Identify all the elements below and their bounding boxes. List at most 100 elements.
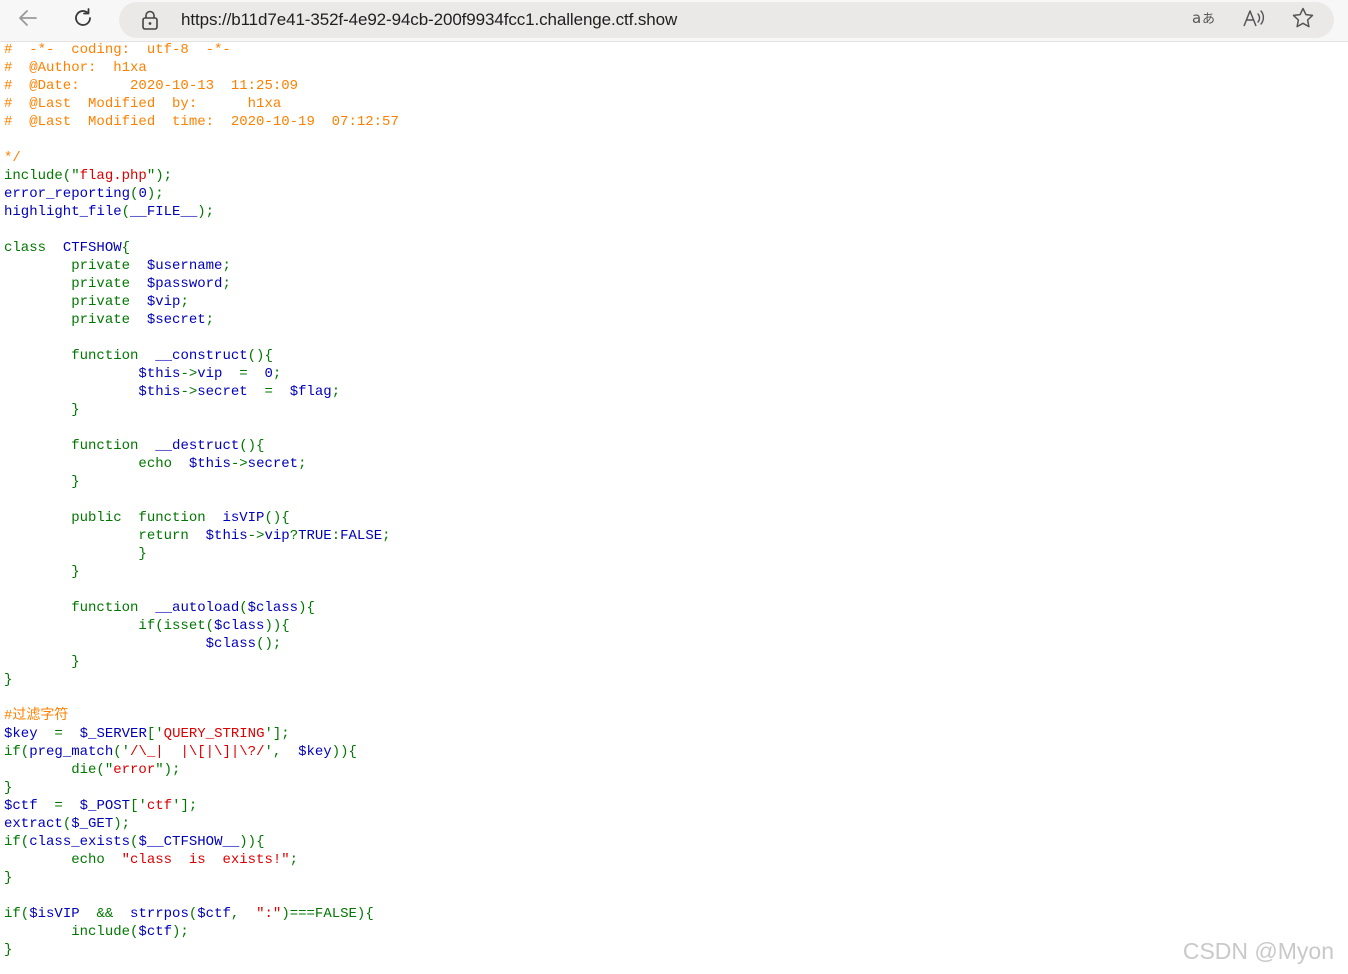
code-token: }	[4, 402, 80, 418]
code-token: =	[54, 726, 80, 742]
code-token: public function	[4, 510, 223, 526]
favorite-button[interactable]	[1290, 7, 1316, 32]
code-token: )){	[239, 834, 265, 850]
code-token: vip	[264, 528, 290, 544]
code-token: );	[172, 924, 189, 940]
code-token: '];	[264, 726, 290, 742]
code-token: ;	[331, 384, 341, 400]
code-token: {	[121, 240, 131, 256]
code-line: }	[4, 545, 399, 563]
code-token: (	[121, 204, 131, 220]
code-token: secret	[197, 384, 265, 400]
code-token: $key	[4, 726, 55, 742]
code-line: extract($_GET);	[4, 815, 399, 833]
code-token: highlight_file	[4, 204, 122, 220]
code-line: # @Last Modified by: h1xa	[4, 95, 399, 113]
address-bar[interactable]: https://b11d7e41-352f-4e92-94cb-200f9934…	[119, 2, 1334, 38]
url-text[interactable]: https://b11d7e41-352f-4e92-94cb-200f9934…	[181, 10, 677, 30]
code-token: ->	[247, 528, 265, 544]
svg-text:a: a	[1192, 9, 1201, 27]
code-token: ('	[113, 744, 131, 760]
code-line: $ctf = $_POST['ctf'];	[4, 797, 399, 815]
code-token: }	[4, 654, 80, 670]
code-token: ;	[205, 312, 215, 328]
code-token: return	[4, 528, 206, 544]
code-token: # @Last Modified time: 2020-10-19 07:12:…	[4, 114, 399, 130]
code-line: $this->secret = $flag;	[4, 383, 399, 401]
lock-icon[interactable]	[141, 10, 159, 30]
code-token: preg_match	[29, 744, 114, 760]
code-token: ");	[146, 168, 173, 184]
reload-icon	[71, 6, 95, 35]
code-token: "class is exists!"	[121, 852, 290, 868]
back-button[interactable]	[11, 4, 45, 36]
code-token: class	[4, 240, 63, 256]
code-line: private $vip;	[4, 293, 399, 311]
code-token: ){	[298, 600, 315, 616]
code-line: public function isVIP(){	[4, 509, 399, 527]
read-aloud-button[interactable]	[1241, 8, 1267, 32]
code-token: $secret	[146, 312, 206, 328]
code-line: $this->vip = 0;	[4, 365, 399, 383]
code-token: include(	[4, 924, 139, 940]
code-token: ;	[180, 294, 189, 310]
code-token: $vip	[146, 294, 181, 310]
code-token: );	[197, 204, 215, 220]
code-token: $ctf	[197, 906, 231, 922]
code-token: $_SERVER	[79, 726, 147, 742]
code-token: ctf	[146, 798, 173, 814]
code-line: private $password;	[4, 275, 399, 293]
code-token: =	[264, 384, 290, 400]
code-token: (){	[247, 348, 273, 364]
code-token: /\_| |\[|\]|\?/	[130, 744, 265, 760]
code-token: ;	[289, 852, 299, 868]
code-token: function	[4, 348, 156, 364]
code-line: function __construct(){	[4, 347, 399, 365]
code-token: error	[113, 762, 156, 778]
read-aloud-icon	[1242, 8, 1266, 33]
code-token: ;	[382, 528, 391, 544]
code-token: (	[239, 600, 248, 616]
code-line: include("flag.php");	[4, 167, 399, 185]
code-token: $this	[138, 366, 181, 382]
code-token: $ctf	[4, 798, 55, 814]
code-token: )){	[331, 744, 357, 760]
code-token: }	[4, 780, 13, 796]
code-token: $_GET	[71, 816, 114, 832]
code-token: $flag	[289, 384, 332, 400]
code-token: $class	[214, 618, 265, 634]
code-line: }	[4, 869, 399, 887]
code-token: include("	[4, 168, 80, 184]
translate-button[interactable]: aあ	[1191, 8, 1217, 32]
svg-text:あ: あ	[1202, 12, 1215, 27]
code-token: ();	[256, 636, 282, 652]
code-token: secret	[247, 456, 299, 472]
code-line: # -*- coding: utf-8 -*-	[4, 41, 399, 59]
code-token: );	[146, 186, 164, 202]
code-token: );	[113, 816, 131, 832]
reload-button[interactable]	[66, 4, 100, 36]
code-token: echo	[4, 456, 189, 472]
code-line: $key = $_SERVER['QUERY_STRING'];	[4, 725, 399, 743]
code-line: die("error");	[4, 761, 399, 779]
code-token: }	[4, 672, 13, 688]
translate-icon: aあ	[1192, 8, 1216, 33]
code-token: $class	[205, 636, 257, 652]
code-token: =	[54, 798, 80, 814]
code-token: # -*- coding: utf-8 -*-	[4, 42, 231, 58]
code-token: }	[4, 942, 13, 958]
code-token: private	[4, 276, 147, 292]
code-token: function	[4, 438, 156, 454]
code-line: }	[4, 563, 399, 581]
code-token: if(	[4, 834, 30, 850]
code-token: ,	[230, 906, 257, 922]
code-token: private	[4, 258, 147, 274]
browser-toolbar: https://b11d7e41-352f-4e92-94cb-200f9934…	[0, 0, 1348, 42]
code-line: highlight_file(__FILE__);	[4, 203, 399, 221]
code-token: )===FALSE){	[281, 906, 374, 922]
code-token: :	[331, 528, 341, 544]
